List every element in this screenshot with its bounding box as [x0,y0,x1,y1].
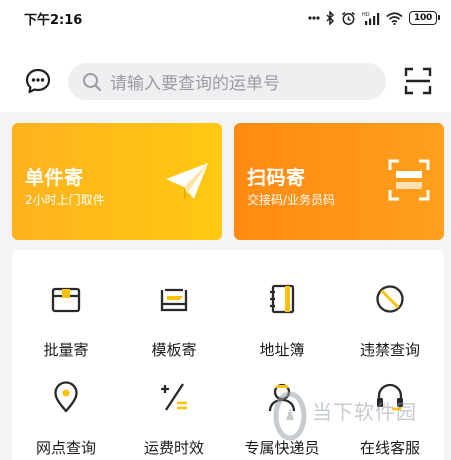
bluetooth-icon [326,11,335,25]
status-icons: HD 100 [308,9,440,27]
status-time: 下午2:16 [24,13,83,28]
scan-send-card[interactable]: 扫码寄 交接码/业务员码 [234,123,444,240]
single-send-card[interactable]: 单件寄 2小时上门取件 [12,123,222,240]
battery-level: 100 [414,13,432,23]
signal-icon: HD [362,12,380,25]
box-icon [46,279,86,319]
scan-frame-icon [388,159,430,201]
alarm-icon [342,11,355,25]
grid-item-template-send[interactable]: 模板寄 [120,265,228,361]
chat-icon[interactable] [24,67,52,95]
grid-label: 模板寄 [151,341,197,359]
prohibited-icon [370,279,410,319]
svg-text:HD: HD [362,12,370,18]
grid-item-address-book[interactable]: 地址簿 [228,265,336,361]
battery-icon: 100 [409,11,440,25]
grid-label: 网点查询 [35,439,96,457]
paper-plane-icon [166,163,208,201]
status-bar: 下午2:16 HD 100 [0,0,451,36]
grid-item-prohibited-query[interactable]: 违禁查询 [336,265,444,361]
grid-item-outlet-query[interactable]: 网点查询 [12,363,120,459]
fee-calc-icon [154,377,194,417]
template-icon [154,279,194,319]
watermark-text: 当下软件园 [312,400,417,424]
grid-label: 地址簿 [259,341,305,359]
wifi-icon [386,11,403,25]
grid-label: 违禁查询 [359,341,420,359]
single-send-subtitle: 2小时上门取件 [25,193,105,207]
address-book-icon [262,279,302,319]
grid-label: 运费时效 [143,439,204,457]
search-placeholder: 请输入要查询的运单号 [110,74,280,94]
location-pin-icon [46,377,86,417]
scan-icon[interactable] [404,67,432,95]
grid-label: 批量寄 [43,341,89,359]
search-input[interactable]: 请输入要查询的运单号 [68,63,386,100]
watermark-logo-icon [273,391,307,441]
grid-item-batch-send[interactable]: 批量寄 [12,265,120,361]
dots-icon [308,16,320,20]
grid-item-fee-time[interactable]: 运费时效 [120,363,228,459]
watermark: 当下软件园 [268,390,438,450]
scan-send-subtitle: 交接码/业务员码 [247,193,336,207]
search-icon [83,72,102,91]
single-send-title: 单件寄 [25,167,84,189]
scan-send-title: 扫码寄 [247,167,306,189]
